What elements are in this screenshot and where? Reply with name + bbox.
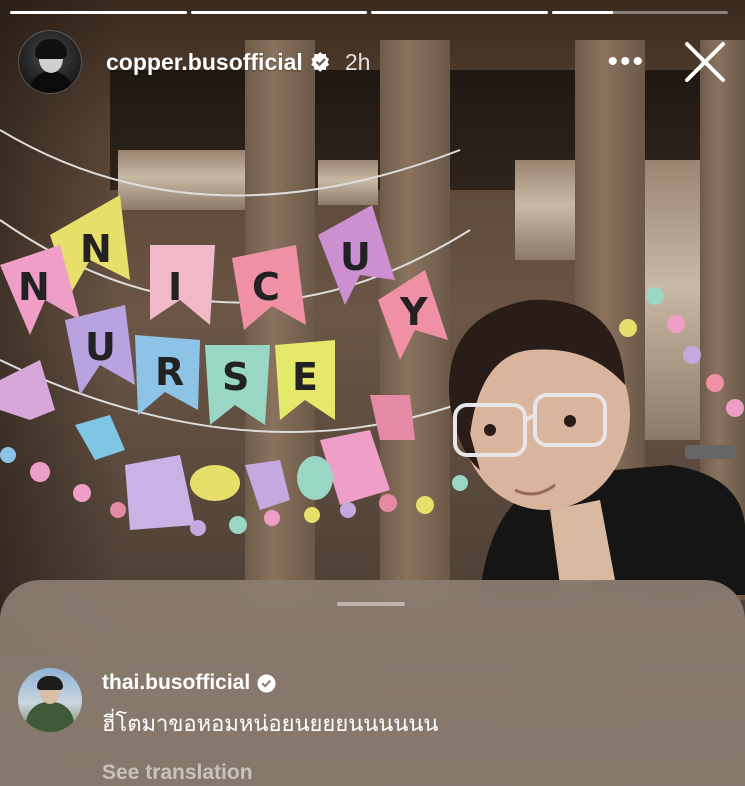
commenter-username[interactable]: thai.busofficial bbox=[102, 671, 250, 695]
banner-letter: U bbox=[85, 325, 116, 369]
banner-letter: N bbox=[80, 227, 112, 271]
story-header: copper.busofficial 2h ••• bbox=[18, 30, 727, 94]
comments-sheet[interactable]: thai.busofficial ฮี่โตมาขอหอมหน่อยนยยยนน… bbox=[0, 580, 745, 786]
close-icon[interactable] bbox=[683, 40, 727, 84]
banner-letter: E bbox=[292, 355, 318, 399]
progress-fill bbox=[10, 11, 187, 14]
see-translation-link[interactable]: See translation bbox=[102, 761, 438, 785]
banner-letter: I bbox=[168, 265, 182, 309]
comment-item: thai.busofficial ฮี่โตมาขอหอมหน่อยนยยยนน… bbox=[18, 668, 727, 785]
more-options-icon[interactable]: ••• bbox=[607, 47, 645, 77]
verified-badge-icon bbox=[311, 52, 329, 72]
story-username[interactable]: copper.busofficial bbox=[106, 49, 303, 76]
sheet-grabber[interactable] bbox=[337, 602, 405, 606]
progress-fill bbox=[371, 11, 548, 14]
progress-segment bbox=[551, 11, 728, 14]
profile-avatar[interactable] bbox=[18, 30, 82, 94]
banner-letter: C bbox=[252, 265, 280, 309]
verified-badge-icon bbox=[257, 673, 276, 693]
story-time: 2h bbox=[344, 48, 371, 75]
progress-segment bbox=[371, 11, 548, 14]
story-progress bbox=[10, 11, 728, 14]
banner-letter: R bbox=[155, 350, 184, 394]
banner-letter: N bbox=[18, 265, 50, 309]
progress-segment bbox=[190, 11, 367, 14]
progress-fill bbox=[190, 11, 367, 14]
comment-text: ฮี่โตมาขอหอมหน่อยนยยยนนนนนน bbox=[102, 711, 439, 736]
progress-fill bbox=[551, 11, 614, 14]
banner-letter: U bbox=[340, 235, 371, 279]
commenter-avatar[interactable] bbox=[18, 668, 82, 732]
story-viewer[interactable]: N I C U N U R S E Y copper.busofficial 2… bbox=[0, 0, 745, 786]
progress-segment bbox=[10, 11, 187, 14]
banner-letter: S bbox=[222, 355, 249, 399]
person-photo bbox=[449, 299, 745, 595]
